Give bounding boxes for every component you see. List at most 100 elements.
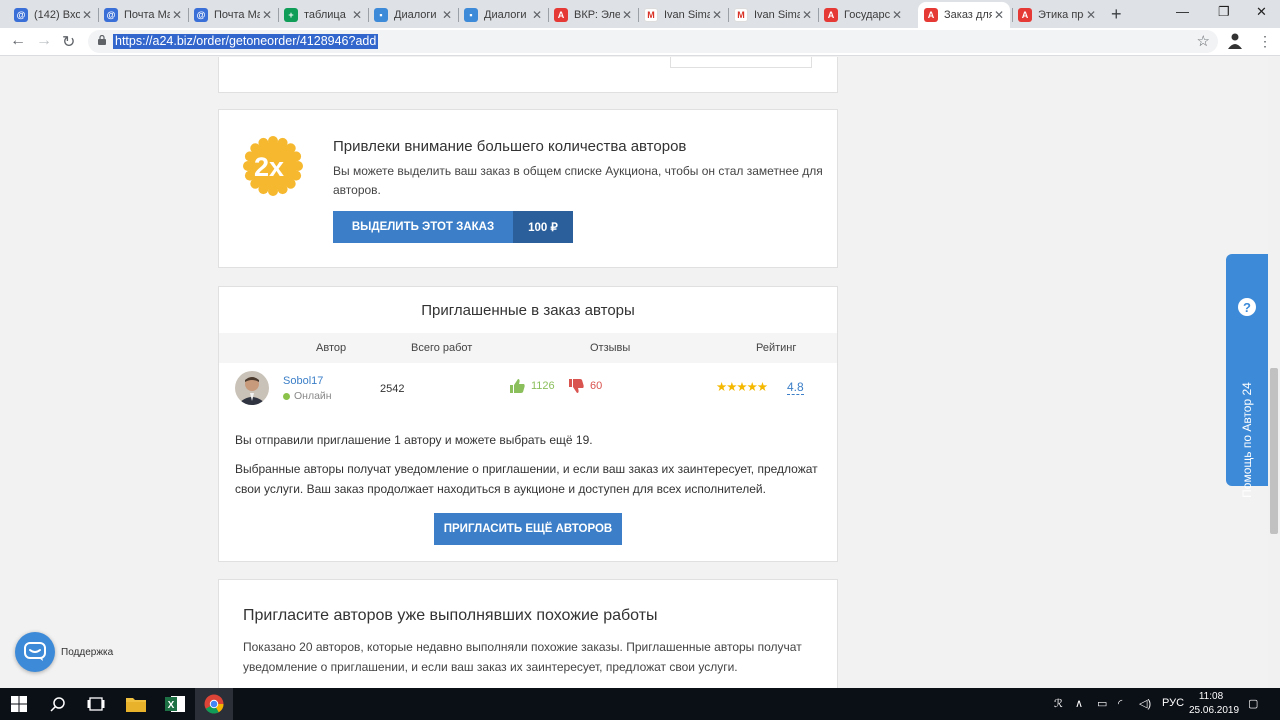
excel-icon[interactable]: X [156, 688, 194, 720]
author-name-link[interactable]: Sobol17 [283, 375, 323, 387]
profile-avatar-icon[interactable] [1228, 33, 1242, 49]
search-icon[interactable] [39, 688, 77, 720]
address-bar[interactable]: https://a24.biz/order/getoneorder/412894… [88, 30, 1218, 53]
browser-tab[interactable]: @ Почта Mail.ru ✕ [188, 2, 278, 28]
forward-icon[interactable]: → [36, 32, 52, 50]
column-reviews: Отзывы [590, 342, 631, 354]
invite-more-authors-button[interactable]: ПРИГЛАСИТЬ ЕЩЁ АВТОРОВ [434, 513, 622, 545]
chrome-icon[interactable] [195, 688, 233, 720]
tab-title: ВКР: Электронная [574, 9, 620, 21]
tab-title: Почта Mail.ru [214, 9, 260, 21]
tab-title: таблица [304, 9, 346, 21]
invitations-info-text: Выбранные авторы получат уведомление о п… [235, 462, 818, 496]
close-icon[interactable]: ✕ [82, 8, 92, 22]
highlight-order-button[interactable]: ВЫДЕЛИТЬ ЭТОТ ЗАКАЗ 100 ₽ [333, 211, 573, 243]
close-icon[interactable]: ✕ [442, 8, 452, 22]
column-author: Автор [316, 342, 347, 354]
a24-icon: A [924, 8, 938, 22]
select-field[interactable] [670, 57, 812, 68]
browser-tab[interactable]: M Ivan Simakov ✕ [728, 2, 818, 28]
invitations-sent-text: Вы отправили приглашение 1 автору и може… [235, 433, 593, 447]
close-icon[interactable]: ✕ [712, 8, 722, 22]
thumbs-up-icon [510, 379, 525, 393]
author-works-count: 2542 [380, 383, 405, 395]
notifications-icon[interactable]: ▢ [1248, 697, 1258, 710]
browser-tab[interactable]: @ (142) Входящие ✕ [8, 2, 98, 28]
support-chat-button[interactable] [15, 632, 55, 672]
tray-overflow-icon[interactable]: ∧ [1075, 697, 1083, 710]
close-icon[interactable]: ✕ [622, 8, 632, 22]
browser-tab[interactable]: ▪ Диалоги ✕ [458, 2, 548, 28]
browser-tab[interactable]: A Государственный ✕ [818, 2, 908, 28]
close-icon[interactable]: ✕ [1086, 8, 1096, 22]
battery-icon[interactable]: ▭ [1097, 697, 1107, 710]
rating-value-link[interactable]: 4.8 [787, 381, 804, 395]
windows-start-icon[interactable] [0, 688, 38, 720]
page-viewport: 2x Привлеки внимание большего количества… [0, 57, 1268, 688]
wifi-icon[interactable]: ◜ [1118, 697, 1122, 710]
tab-title: Диалоги [484, 9, 527, 21]
tab-title: Государственный [844, 9, 890, 21]
clock-date: 25.06.2019 [1189, 705, 1240, 716]
promo-description: Вы можете выделить ваш заказ в общем спи… [333, 164, 823, 197]
order-details-card [218, 57, 838, 93]
browser-tab[interactable]: ▪ Диалоги ✕ [368, 2, 458, 28]
highlight-order-label[interactable]: ВЫДЕЛИТЬ ЭТОТ ЗАКАЗ [333, 211, 513, 243]
tab-title: Почта Mail.ru [124, 9, 170, 21]
tab-title: Заказ для автора [944, 9, 992, 21]
file-explorer-icon[interactable] [117, 688, 155, 720]
task-view-icon[interactable] [77, 688, 115, 720]
close-icon[interactable]: ✕ [994, 8, 1004, 22]
highlight-promo-card: 2x Привлеки внимание большего количества… [218, 109, 838, 268]
tab-title: Этика предпринимательства [1038, 9, 1084, 21]
bookmark-star-icon[interactable]: ☆ [1197, 32, 1210, 50]
close-icon[interactable]: ✕ [892, 8, 902, 22]
people-icon[interactable]: ℛ [1054, 697, 1063, 710]
browser-toolbar: ← → ↻ https://a24.biz/order/getoneorder/… [0, 28, 1280, 56]
minimize-icon[interactable]: — [1176, 4, 1189, 19]
back-icon[interactable]: ← [10, 32, 26, 50]
thumbs-down-icon [569, 379, 584, 393]
system-clock[interactable]: 11:08 25.06.2019 [1189, 690, 1240, 718]
browser-menu-icon[interactable]: ⋮ [1258, 33, 1272, 50]
url-text[interactable]: https://a24.biz/order/getoneorder/412894… [113, 34, 379, 49]
window-close-icon[interactable]: ✕ [1256, 4, 1267, 20]
a24-icon: A [1018, 8, 1032, 22]
avatar[interactable] [235, 371, 269, 405]
browser-tab[interactable]: A ВКР: Электронная ✕ [548, 2, 638, 28]
close-icon[interactable]: ✕ [802, 8, 812, 22]
browser-tab[interactable]: @ Почта Mail.ru ✕ [98, 2, 188, 28]
browser-tab-active[interactable]: A Заказ для автора ✕ [918, 2, 1010, 28]
page-scrollbar-thumb[interactable] [1270, 368, 1278, 534]
mail-at-icon: @ [14, 8, 28, 22]
tab-title: Ivan Simakov [664, 9, 710, 21]
browser-tab[interactable]: A Этика предпринимательства ✕ [1012, 2, 1102, 28]
svg-text:X: X [168, 700, 175, 711]
browser-tab[interactable]: M Ivan Simakov ✕ [638, 2, 728, 28]
close-icon[interactable]: ✕ [262, 8, 272, 22]
browser-tab[interactable]: + таблица ✕ [278, 2, 368, 28]
help-side-panel[interactable]: ? Помощь по Автор 24 [1226, 254, 1268, 498]
author-likes: 1126 [510, 379, 555, 393]
volume-icon[interactable]: ◁) [1139, 697, 1151, 710]
tab-title: (142) Входящие [34, 9, 80, 21]
chat-icon: ▪ [374, 8, 388, 22]
chat-bubble-icon [24, 642, 46, 661]
authors-table-header: Автор Всего работ Отзывы Рейтинг [219, 333, 837, 363]
author-status: Онлайн [283, 390, 332, 402]
close-icon[interactable]: ✕ [172, 8, 182, 22]
browser-tab-strip: @ (142) Входящие ✕ @ Почта Mail.ru ✕ @ П… [0, 0, 1280, 28]
clock-time: 11:08 [1198, 691, 1224, 702]
reload-icon[interactable]: ↻ [62, 32, 75, 52]
close-icon[interactable]: ✕ [352, 8, 362, 22]
new-tab-icon[interactable]: + [1111, 4, 1122, 25]
restore-icon[interactable]: ❐ [1218, 4, 1230, 20]
input-language-indicator[interactable]: РУС [1162, 697, 1184, 709]
close-icon[interactable]: ✕ [532, 8, 542, 22]
author-dislikes: 60 [569, 379, 602, 393]
svg-text:2x: 2x [254, 152, 284, 182]
support-label: Поддержка [61, 647, 114, 658]
gmail-icon: M [734, 8, 748, 22]
tab-title: Ivan Simakov [754, 9, 800, 21]
highlight-order-price[interactable]: 100 ₽ [513, 211, 573, 243]
